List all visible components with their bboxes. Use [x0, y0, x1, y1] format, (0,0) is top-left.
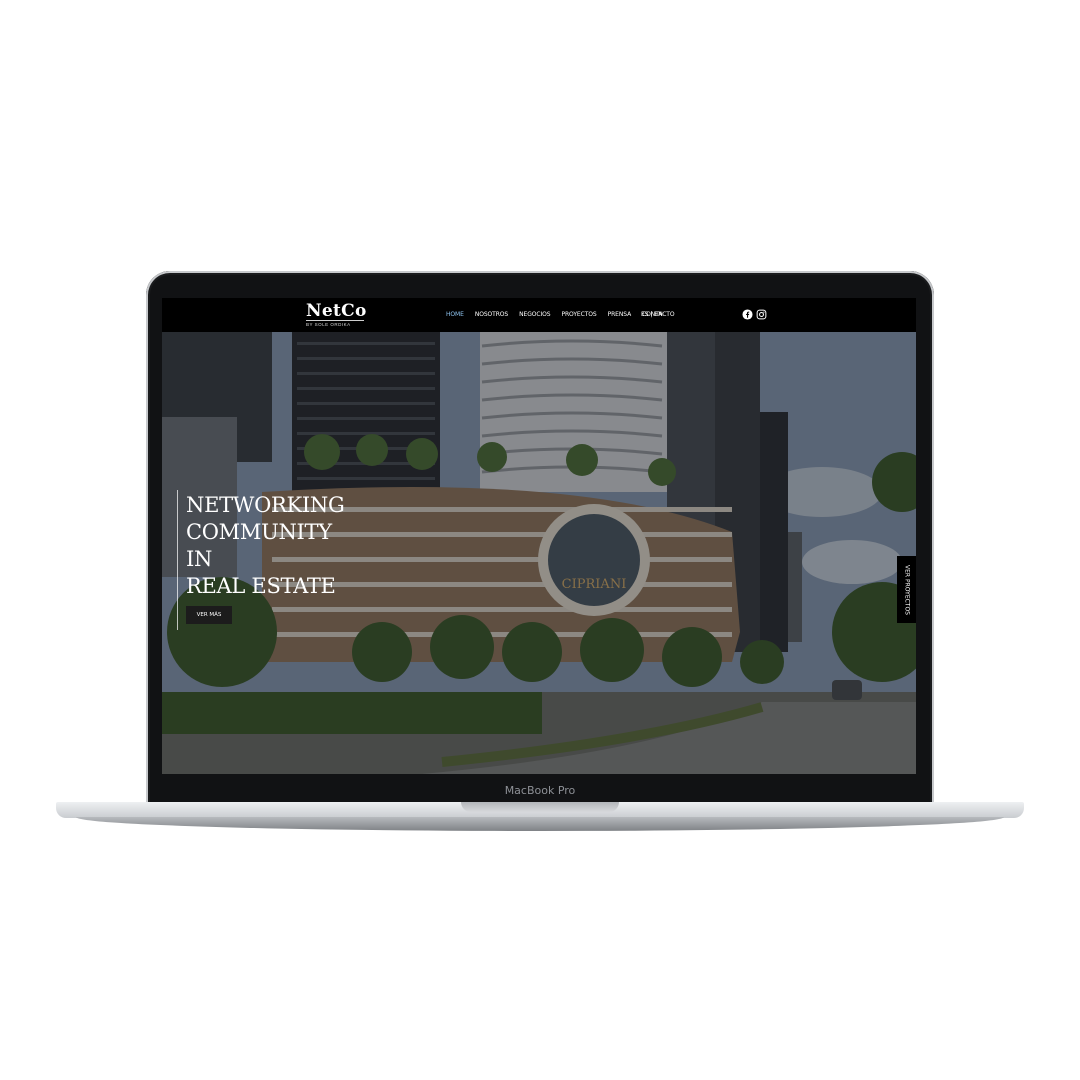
- nav-nosotros[interactable]: NOSOTROS: [475, 311, 508, 318]
- site-logo[interactable]: NetCo: [306, 301, 367, 321]
- laptop-screen: NetCo BY SOLE ORDIKA HOME NOSOTROS NEGOC…: [162, 298, 916, 774]
- title-accent-line: [177, 490, 178, 630]
- nav-proyectos[interactable]: PROYECTOS: [561, 311, 596, 318]
- nav-home[interactable]: HOME: [446, 311, 464, 318]
- site-header: NetCo BY SOLE ORDIKA HOME NOSOTROS NEGOC…: [162, 298, 916, 332]
- ver-proyectos-tab[interactable]: VER PROYECTOS: [897, 556, 916, 623]
- social-links: [742, 309, 767, 320]
- nav-negocios[interactable]: NEGOCIOS: [519, 311, 550, 318]
- nav-prensa[interactable]: PRENSA: [608, 311, 632, 318]
- language-switcher[interactable]: ES | EN: [641, 311, 663, 318]
- logo-subtitle: BY SOLE ORDIKA: [306, 320, 364, 327]
- stage: NetCo BY SOLE ORDIKA HOME NOSOTROS NEGOC…: [0, 0, 1080, 1080]
- hero-title: NETWORKING COMMUNITY IN REAL ESTATE: [186, 492, 345, 600]
- device-model-label: MacBook Pro: [504, 784, 576, 797]
- hero-title-line: REAL ESTATE: [186, 574, 336, 598]
- hero-title-line: COMMUNITY: [186, 520, 332, 544]
- hero-title-line: IN: [186, 547, 213, 571]
- laptop-notch: [461, 802, 619, 812]
- facebook-icon[interactable]: [742, 309, 753, 320]
- laptop-base-edge: [76, 817, 1004, 831]
- ver-proyectos-label: VER PROYECTOS: [903, 564, 910, 615]
- hero-section: CIPRIANI NETWORKING COMMUNITY IN REAL ES…: [162, 332, 916, 774]
- ver-mas-button[interactable]: VER MÁS: [186, 606, 232, 624]
- instagram-icon[interactable]: [756, 309, 767, 320]
- hero-title-line: NETWORKING: [186, 493, 345, 517]
